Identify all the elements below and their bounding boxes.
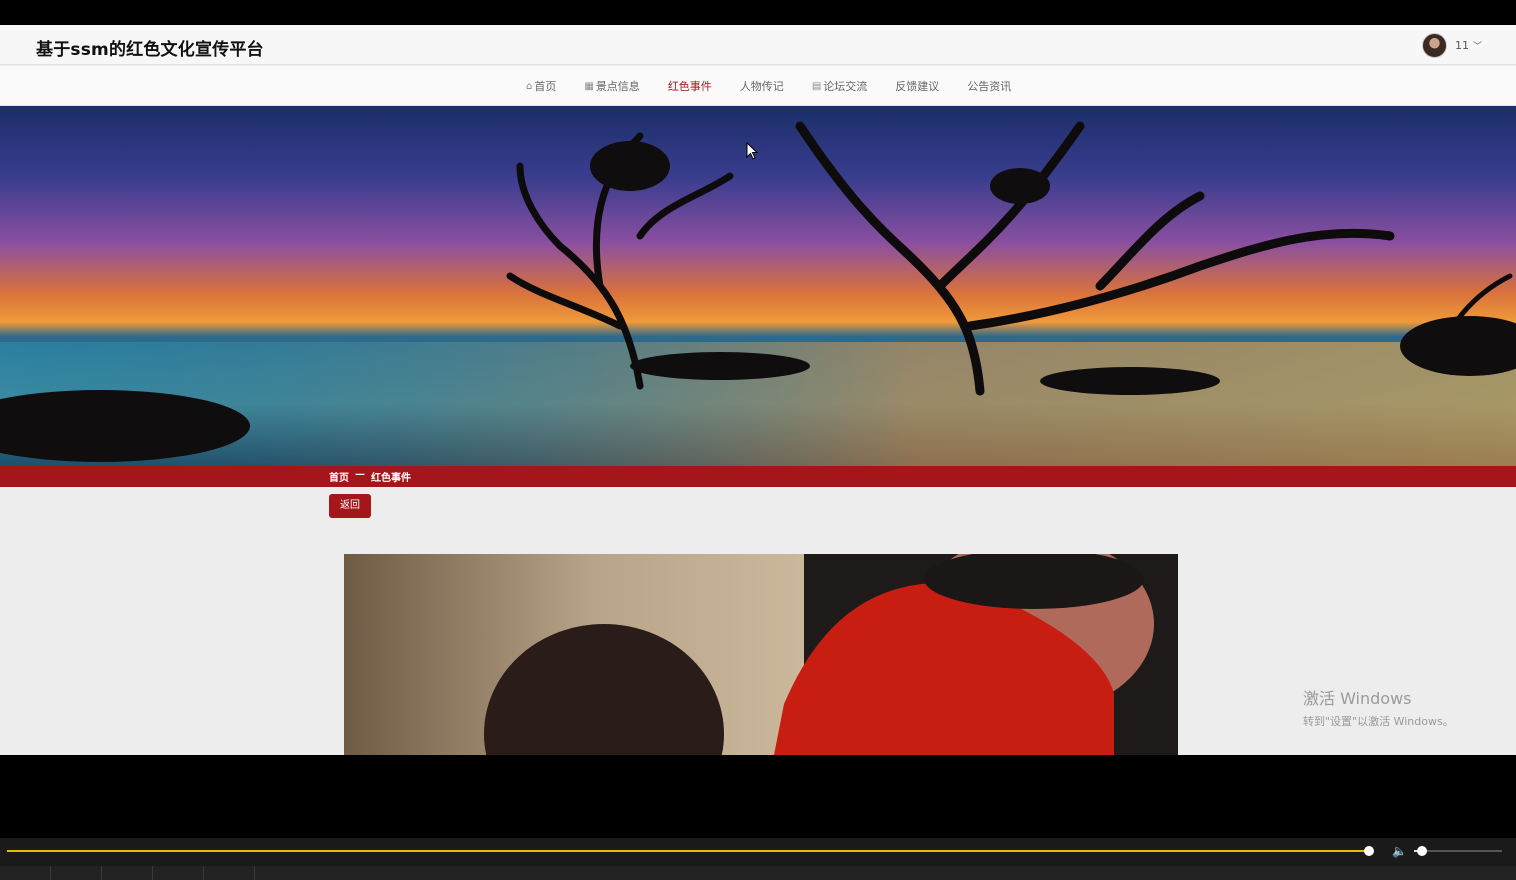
event-photo xyxy=(344,554,1178,755)
taskbar-slot[interactable] xyxy=(204,866,255,880)
user-name[interactable]: 11 xyxy=(1455,39,1469,52)
nav-item-label: 首页 xyxy=(534,80,557,93)
taskbar xyxy=(0,866,1516,880)
breadcrumb-current: 红色事件 xyxy=(371,473,411,484)
taskbar-slot[interactable] xyxy=(102,866,153,880)
web-page: 基于ssm的红色文化宣传平台 11 ﹀ ⌂ 首页 ▦ 景点信息 红色事件 人物传… xyxy=(0,25,1516,755)
watermark-title: 激活 Windows xyxy=(1303,689,1412,708)
nav-item-home[interactable]: ⌂ 首页 xyxy=(526,78,556,94)
nav-item-label: 景点信息 xyxy=(595,80,640,93)
grid-icon: ▦ xyxy=(584,80,594,92)
nav-item-label: 论坛交流 xyxy=(823,80,868,93)
breadcrumb-home-link[interactable]: 首页 xyxy=(329,469,349,484)
progress-fill xyxy=(7,850,1370,852)
progress-bar[interactable] xyxy=(7,846,1375,856)
breadcrumb-separator: — xyxy=(355,469,365,480)
nav-item-label: 红色事件 xyxy=(667,80,712,93)
taskbar-slot[interactable] xyxy=(153,866,204,880)
nav-item-feedback[interactable]: 反馈建议 xyxy=(895,78,939,94)
user-menu[interactable]: 11 ﹀ xyxy=(1421,33,1482,58)
avatar[interactable] xyxy=(1421,33,1447,58)
site-title[interactable]: 基于ssm的红色文化宣传平台 xyxy=(36,35,264,60)
breadcrumb: 首页 — 红色事件 xyxy=(329,469,411,484)
banner-landscape-image xyxy=(0,121,1516,466)
volume-handle[interactable] xyxy=(1416,846,1427,856)
taskbar-slot[interactable] xyxy=(0,866,51,880)
nav-item-forum[interactable]: ▤ 论坛交流 xyxy=(812,78,867,94)
nav-item-scenic-spots[interactable]: ▦ 景点信息 xyxy=(584,78,639,94)
windows-activation-watermark: 激活 Windows 转到"设置"以激活 Windows。 xyxy=(1303,685,1454,729)
taskbar-slot[interactable] xyxy=(51,866,102,880)
list-icon: ▤ xyxy=(811,80,822,92)
home-icon: ⌂ xyxy=(526,80,533,92)
volume-icon[interactable]: 🔈 xyxy=(1392,844,1407,858)
watermark-subtitle: 转到"设置"以激活 Windows。 xyxy=(1303,715,1454,728)
screen-top-bar xyxy=(0,0,1516,25)
photo-image xyxy=(484,554,1178,755)
hero-banner xyxy=(0,106,1516,466)
back-button[interactable]: 返回 xyxy=(329,494,371,518)
nav-item-label: 人物传记 xyxy=(739,80,784,93)
nav-item-label: 反馈建议 xyxy=(895,80,940,93)
site-header: 基于ssm的红色文化宣传平台 11 ﹀ xyxy=(0,25,1516,65)
nav-item-biographies[interactable]: 人物传记 xyxy=(740,78,784,94)
volume-slider[interactable] xyxy=(1414,846,1502,856)
chevron-down-icon[interactable]: ﹀ xyxy=(1473,39,1482,52)
nav-item-red-events[interactable]: 红色事件 xyxy=(668,78,712,94)
nav-item-announcements[interactable]: 公告资讯 xyxy=(967,78,1011,94)
mouse-cursor-icon xyxy=(746,142,758,160)
breadcrumb-bar: 首页 — 红色事件 xyxy=(0,466,1516,487)
nav-item-label: 公告资讯 xyxy=(967,80,1012,93)
main-nav: ⌂ 首页 ▦ 景点信息 红色事件 人物传记 ▤ 论坛交流 反馈建议 公告资讯 xyxy=(0,66,1516,106)
progress-handle[interactable] xyxy=(1364,846,1375,856)
